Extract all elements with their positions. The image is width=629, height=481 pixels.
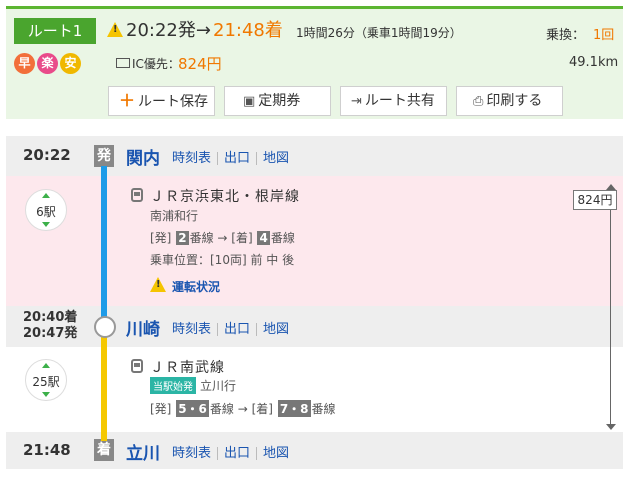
badge-fastest: 早	[14, 53, 35, 74]
dep-label: [発]	[150, 231, 172, 245]
route-line-keihin-tohoku	[101, 166, 107, 326]
car-position: 乗車位置：[10両] 前 中 後	[150, 253, 295, 267]
share-icon: ⇥	[351, 94, 362, 109]
station-links: 時刻表 出口 地図	[172, 442, 289, 461]
direction: 南浦和行	[150, 209, 199, 223]
line-name: ＪＲ南武線	[150, 360, 225, 376]
map-link[interactable]: 地図	[263, 446, 289, 461]
dep-platform: 2	[176, 231, 189, 245]
station-name[interactable]: 関内	[126, 144, 160, 169]
leg-keihin-tohoku	[6, 176, 623, 306]
chevron-up-icon	[42, 193, 50, 198]
save-route-button[interactable]: ＋ルート保存	[108, 86, 215, 116]
route-label: ルート1	[14, 18, 96, 44]
printer-icon: ⎙	[473, 94, 484, 109]
exit-link[interactable]: 出口	[224, 151, 250, 166]
stop-count: 6駅	[36, 205, 56, 219]
trip-duration: 1時間26分（乗車1時間19分）	[296, 26, 462, 40]
line-name: ＪＲ京浜東北・根岸線	[150, 189, 300, 205]
fare-range-line	[610, 186, 611, 428]
transfer-count: 1回	[593, 28, 615, 43]
map-link[interactable]: 地図	[263, 322, 289, 337]
share-route-button[interactable]: ⇥ ルート共有	[340, 86, 447, 116]
platform-info: [発] 5・6 番線 → [着] 7・8 番線	[150, 400, 336, 417]
platform-suffix: 番線	[189, 231, 214, 245]
departure-time: 20:22発→	[126, 20, 211, 41]
arrival-time: 21:48着	[213, 20, 283, 41]
departure-marker: 発	[94, 145, 114, 167]
plus-icon: ＋	[119, 91, 136, 110]
chevron-down-icon	[42, 392, 50, 397]
timetable-link[interactable]: 時刻表	[172, 446, 211, 461]
badge-easiest: 楽	[37, 53, 58, 74]
arr-label: → [着]	[237, 402, 273, 416]
departure-time: 20:47発	[23, 326, 78, 341]
share-route-label: ルート共有	[364, 93, 435, 109]
exit-link[interactable]: 出口	[224, 446, 250, 461]
train-icon	[131, 359, 143, 373]
timetable-link[interactable]: 時刻表	[172, 322, 211, 337]
dep-label: [発]	[150, 402, 172, 416]
station-time: 20:22	[23, 146, 71, 164]
save-route-label: ルート保存	[138, 94, 209, 110]
arr-platform: 4	[257, 231, 270, 245]
arrival-marker: 着	[94, 439, 114, 461]
route-distance: 49.1km	[569, 55, 619, 70]
stop-count: 25駅	[32, 375, 60, 389]
origin-badge: 当駅始発	[150, 377, 196, 394]
commuter-pass-icon: ▣	[243, 94, 256, 109]
train-icon	[131, 188, 143, 202]
exit-link[interactable]: 出口	[224, 322, 250, 337]
arr-label: → [着]	[217, 231, 253, 245]
ic-priority-label: IC優先：	[132, 57, 180, 71]
commuter-pass-button[interactable]: ▣ 定期券	[224, 86, 331, 116]
arrow-down-icon	[606, 424, 616, 430]
map-link[interactable]: 地図	[263, 151, 289, 166]
platform-suffix: 番線	[209, 402, 234, 416]
direction: 立川行	[200, 379, 237, 393]
commuter-pass-label: 定期券	[258, 93, 301, 109]
arr-platform: 7・8	[277, 400, 311, 417]
station-links: 時刻表 出口 地図	[172, 318, 289, 337]
chevron-down-icon	[42, 222, 50, 227]
chevron-up-icon	[42, 363, 50, 368]
print-button[interactable]: ⎙ 印刷する	[456, 86, 563, 116]
segment-fare: 824円	[573, 190, 617, 210]
print-label: 印刷する	[486, 93, 543, 109]
fare-amount: 824円	[178, 55, 222, 73]
platform-info: [発] 2 番線 → [着] 4 番線	[150, 229, 295, 246]
stop-count-toggle[interactable]: 25駅	[25, 359, 67, 401]
station-time: 21:48	[23, 441, 71, 459]
transfer-label: 乗換：	[546, 28, 586, 43]
timetable-link[interactable]: 時刻表	[172, 151, 211, 166]
route-line-nambu	[101, 329, 107, 441]
arrival-time: 20:40着	[23, 310, 78, 325]
platform-suffix: 番線	[311, 402, 336, 416]
platform-suffix: 番線	[270, 231, 295, 245]
warning-icon: !	[107, 22, 123, 37]
station-name[interactable]: 川崎	[126, 315, 160, 340]
service-status-link[interactable]: 運転状況	[172, 278, 220, 295]
badge-cheapest: 安	[60, 53, 81, 74]
transfer-point-icon	[94, 316, 116, 338]
ic-card-icon	[116, 58, 130, 68]
warning-icon: !	[150, 277, 166, 292]
route-summary-panel: ルート1 早 楽 安 ! 20:22発→ 21:48着 1時間26分（乗車1時間…	[6, 6, 623, 119]
dep-platform: 5・6	[176, 400, 209, 417]
station-name[interactable]: 立川	[126, 439, 160, 464]
stop-count-toggle[interactable]: 6駅	[25, 189, 67, 231]
leg-nambu	[6, 347, 623, 432]
station-links: 時刻表 出口 地図	[172, 147, 289, 166]
